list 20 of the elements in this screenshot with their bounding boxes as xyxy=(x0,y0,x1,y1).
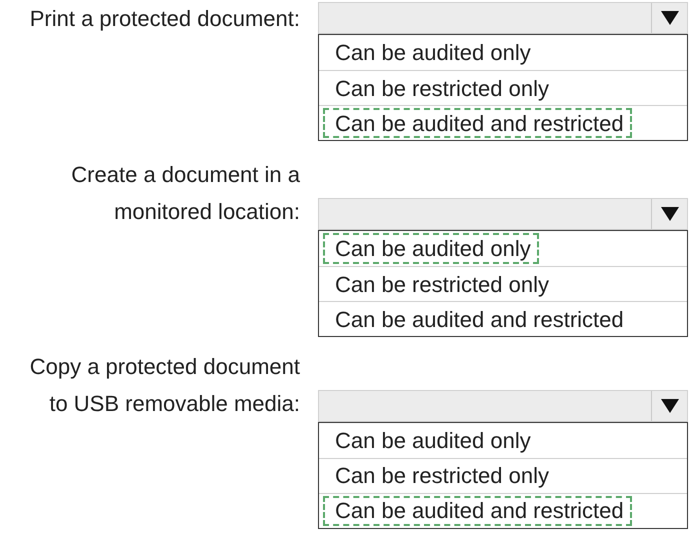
question-label: Copy a protected document xyxy=(30,352,300,381)
dropdown-option[interactable]: Can be restricted only xyxy=(323,460,557,491)
dropdown-option[interactable]: Can be audited only xyxy=(323,424,539,456)
dropdown-option[interactable]: Can be audited only xyxy=(323,37,539,68)
question-label: Create a document in a xyxy=(71,161,300,190)
dropdown-option[interactable]: Can be audited only xyxy=(323,233,539,264)
dropdown-option[interactable]: Can be audited and restricted xyxy=(323,496,632,526)
dropdown-option[interactable]: Can be restricted only xyxy=(323,269,557,300)
dropdown-field[interactable] xyxy=(318,2,688,34)
dropdown-option[interactable]: Can be audited and restricted xyxy=(323,108,632,138)
question-label: to USB removable media: xyxy=(49,390,300,418)
dropdown-arrow-icon xyxy=(660,11,678,25)
dropdown-option[interactable]: Can be restricted only xyxy=(323,73,557,103)
dropdown-field[interactable] xyxy=(318,198,688,230)
dropdown-option[interactable]: Can be audited and restricted xyxy=(323,304,632,334)
question-label: Print a protected document: xyxy=(30,5,300,33)
dropdown-field[interactable] xyxy=(318,390,688,422)
dropdown-arrow-icon xyxy=(660,398,678,413)
question-label: monitored location: xyxy=(114,198,300,226)
dropdown-arrow-icon xyxy=(660,207,678,222)
